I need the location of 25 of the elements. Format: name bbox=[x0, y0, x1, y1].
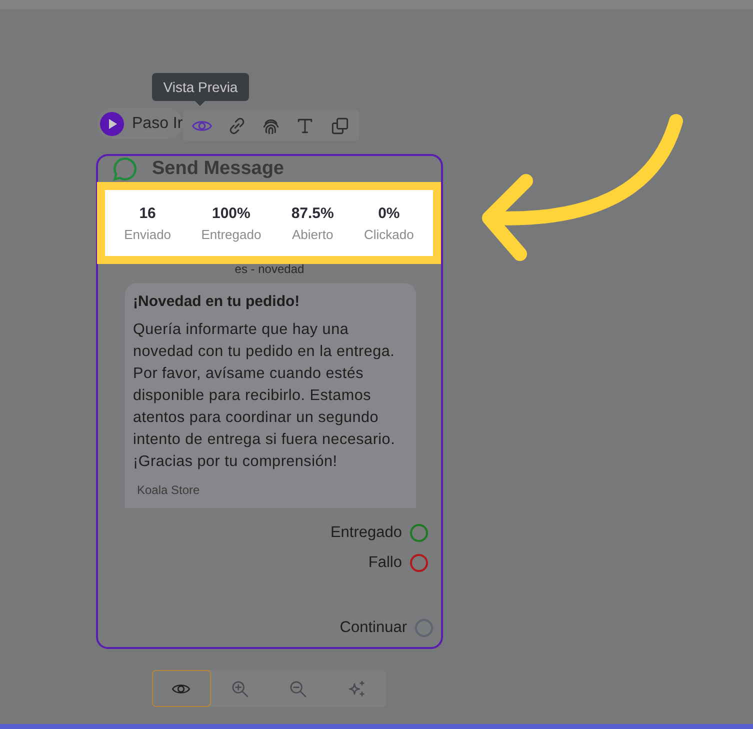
output-port[interactable] bbox=[410, 554, 428, 572]
message-title: ¡Novedad en tu pedido! bbox=[133, 293, 301, 310]
stat-label: Abierto bbox=[292, 226, 334, 242]
chat-bubble-icon bbox=[112, 156, 138, 182]
output-label: Fallo bbox=[368, 554, 402, 572]
message-footer: Koala Store bbox=[133, 483, 408, 497]
stat-label: Entregado bbox=[201, 226, 262, 242]
template-label: es - novedad bbox=[234, 262, 306, 276]
stat-value: 87.5% bbox=[291, 204, 334, 222]
tooltip: Vista Previa bbox=[152, 73, 249, 101]
eye-icon[interactable] bbox=[152, 670, 210, 707]
stat-value: 16 bbox=[139, 204, 156, 222]
message-body: Quería informarte que hay una novedad con tu pedido en la entrega. Por favor, avísame cuando estés disponible para recibirlo. Estamos atentos para coordinar un segundo intento de entrega si fuera necesario. ¡Gracias por tu comprensión! bbox=[133, 320, 396, 472]
step-label: Paso Ir bbox=[132, 114, 183, 132]
node-title: Send Message bbox=[152, 158, 284, 180]
stat-label: Enviado bbox=[124, 226, 172, 242]
output-label: Continuar bbox=[340, 619, 407, 637]
play-icon bbox=[100, 112, 124, 136]
step-pill[interactable]: Paso Ir bbox=[97, 108, 183, 139]
stat-value: 0% bbox=[378, 204, 400, 222]
stat-value: 100% bbox=[212, 204, 250, 222]
output-port[interactable] bbox=[410, 524, 428, 542]
output-label: Entregado bbox=[330, 524, 402, 542]
output-port[interactable] bbox=[415, 619, 433, 637]
stat-label: Clickado bbox=[364, 226, 414, 242]
